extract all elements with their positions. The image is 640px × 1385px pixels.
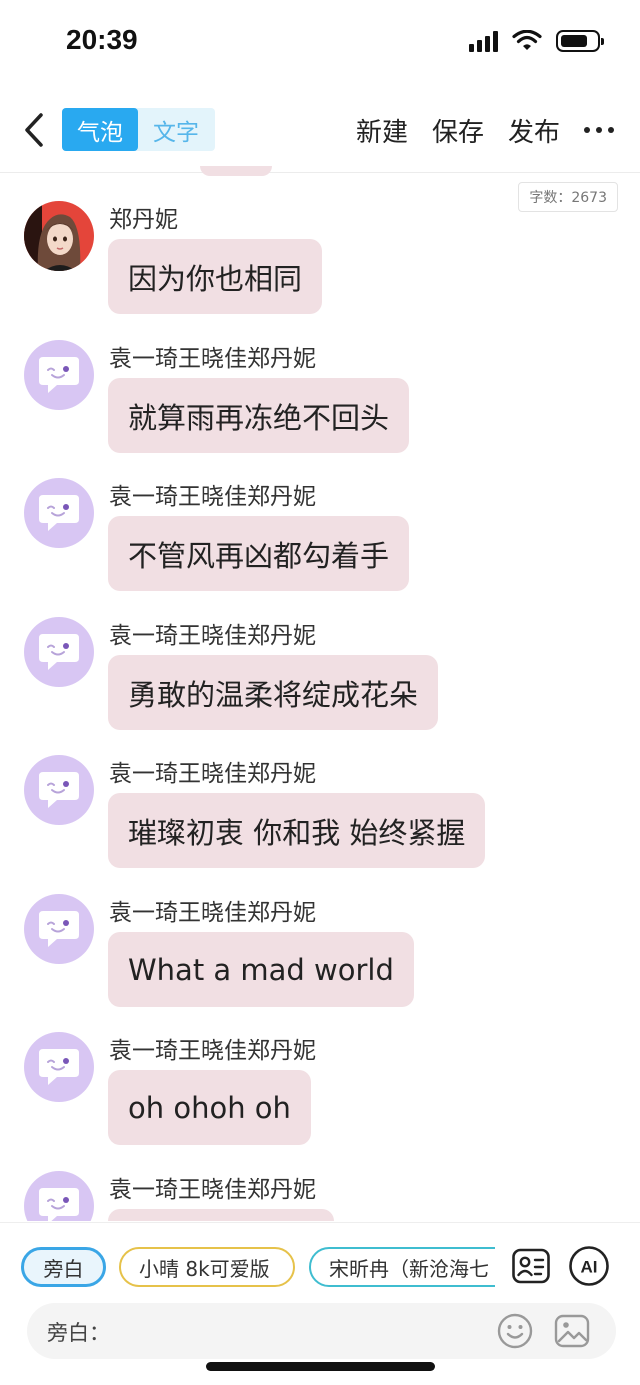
contact-card-button[interactable] bbox=[510, 1245, 552, 1287]
mode-bubble-tab[interactable]: 气泡 bbox=[62, 108, 138, 151]
chevron-left-icon bbox=[25, 113, 43, 147]
avatar[interactable] bbox=[24, 340, 94, 410]
speaker-name: 袁一琦王晓佳郑丹妮 bbox=[109, 761, 316, 787]
mode-switch: 气泡 文字 bbox=[62, 108, 215, 151]
message-item[interactable]: 袁一琦王晓佳郑丹妮 璀璨初衷 你和我 始终紧握 bbox=[0, 730, 640, 870]
status-icons bbox=[469, 30, 604, 52]
speaker-name: 袁一琦王晓佳郑丹妮 bbox=[109, 346, 316, 372]
role-chip[interactable]: 宋昕冉（新沧海七 bbox=[309, 1247, 495, 1287]
signal-icon bbox=[469, 30, 498, 52]
smile-icon bbox=[497, 1313, 533, 1349]
chat-bubble-icon bbox=[39, 1188, 79, 1221]
avatar[interactable] bbox=[24, 617, 94, 687]
speaker-name: 袁一琦王晓佳郑丹妮 bbox=[109, 484, 316, 510]
role-chip[interactable]: 小晴 8k可爱版 bbox=[119, 1247, 295, 1287]
speaker-name: 袁一琦王晓佳郑丹妮 bbox=[109, 623, 316, 649]
role-chips: 旁白 小晴 8k可爱版 宋昕冉（新沧海七 bbox=[0, 1247, 495, 1289]
message-item[interactable]: 袁一琦王晓佳郑丹妮 不管风再凶都勾着手 bbox=[0, 453, 640, 593]
message-bubble[interactable]: 就算雨再冻绝不回头 bbox=[108, 378, 410, 453]
header-divider bbox=[0, 172, 640, 173]
message-item[interactable]: 袁一琦王晓佳郑丹妮 就算雨再冻绝不回头 bbox=[0, 315, 640, 455]
back-button[interactable] bbox=[18, 110, 50, 150]
publish-button[interactable]: 发布 bbox=[508, 112, 560, 149]
message-item[interactable]: 袁一琦王晓佳郑丹妮 oh ohoh oh bbox=[0, 1007, 640, 1147]
wifi-icon bbox=[512, 30, 542, 50]
word-count-badge: 字数：2673 bbox=[518, 182, 618, 212]
avatar[interactable] bbox=[24, 201, 94, 271]
image-button[interactable] bbox=[553, 1312, 591, 1350]
message-bubble[interactable]: 璀璨初衷 你和我 始终紧握 bbox=[108, 793, 486, 868]
chat-bubble-icon bbox=[39, 772, 79, 808]
image-icon bbox=[554, 1314, 590, 1348]
message-list[interactable]: 郑丹妮 因为你也相同 袁一琦王晓佳郑丹妮 就算雨再冻绝不回头 袁一琦王晓佳郑丹妮… bbox=[0, 176, 640, 1221]
contact-card-icon bbox=[512, 1248, 550, 1284]
nav-bar: 气泡 文字 新建 保存 发布 bbox=[0, 98, 640, 162]
bottom-panel: 旁白 小晴 8k可爱版 宋昕冉（新沧海七 AI 旁白： bbox=[0, 1222, 640, 1385]
speaker-name: 郑丹妮 bbox=[109, 207, 178, 233]
ai-button[interactable]: AI bbox=[568, 1245, 610, 1287]
chat-bubble-icon bbox=[39, 357, 79, 393]
previous-bubble-edge bbox=[200, 166, 272, 176]
battery-level bbox=[561, 35, 587, 47]
message-bubble[interactable]: oh ohoh oh bbox=[108, 1070, 311, 1145]
message-bubble[interactable]: 不管风再凶都勾着手 bbox=[108, 516, 410, 591]
message-bubble[interactable]: What a mad world bbox=[108, 932, 414, 1007]
message-bubble[interactable]: 因为你也相同 bbox=[108, 239, 323, 314]
avatar[interactable] bbox=[24, 1171, 94, 1221]
speaker-name: 袁一琦王晓佳郑丹妮 bbox=[109, 1177, 316, 1203]
avatar[interactable] bbox=[24, 755, 94, 825]
speaker-name: 袁一琦王晓佳郑丹妮 bbox=[109, 1038, 316, 1064]
role-chip-narration[interactable]: 旁白 bbox=[21, 1247, 106, 1287]
input-label: 旁白： bbox=[47, 1321, 110, 1345]
message-item[interactable]: 袁一琦王晓佳郑丹妮 What a mad world bbox=[0, 869, 640, 1009]
mode-text-tab[interactable]: 文字 bbox=[138, 108, 214, 151]
more-dots-icon[interactable] bbox=[584, 127, 614, 133]
battery-icon bbox=[556, 30, 604, 52]
chat-bubble-icon bbox=[39, 495, 79, 531]
chat-bubble-icon bbox=[39, 634, 79, 670]
emoji-button[interactable] bbox=[496, 1312, 534, 1350]
narration-input[interactable]: 旁白： bbox=[27, 1303, 616, 1359]
avatar[interactable] bbox=[24, 894, 94, 964]
message-item[interactable]: 袁一琦王晓佳郑丹妮 勇敢的温柔将绽成花朵 bbox=[0, 592, 640, 732]
message-bubble[interactable]: 勇敢的温柔将绽成花朵 bbox=[108, 655, 439, 730]
nav-actions: 新建 保存 发布 bbox=[356, 106, 640, 154]
status-bar: 20:39 bbox=[0, 0, 640, 88]
message-item[interactable]: 袁一琦王晓佳郑丹妮 bbox=[0, 1146, 640, 1221]
home-indicator[interactable] bbox=[206, 1362, 435, 1371]
avatar[interactable] bbox=[24, 1032, 94, 1102]
new-button[interactable]: 新建 bbox=[356, 112, 408, 149]
ai-label: AI bbox=[581, 1258, 598, 1277]
chat-bubble-icon bbox=[39, 1049, 79, 1085]
message-bubble[interactable] bbox=[108, 1209, 334, 1221]
status-time: 20:39 bbox=[66, 24, 138, 55]
chat-bubble-icon bbox=[39, 911, 79, 947]
avatar[interactable] bbox=[24, 478, 94, 548]
speaker-name: 袁一琦王晓佳郑丹妮 bbox=[109, 900, 316, 926]
save-button[interactable]: 保存 bbox=[432, 112, 484, 149]
